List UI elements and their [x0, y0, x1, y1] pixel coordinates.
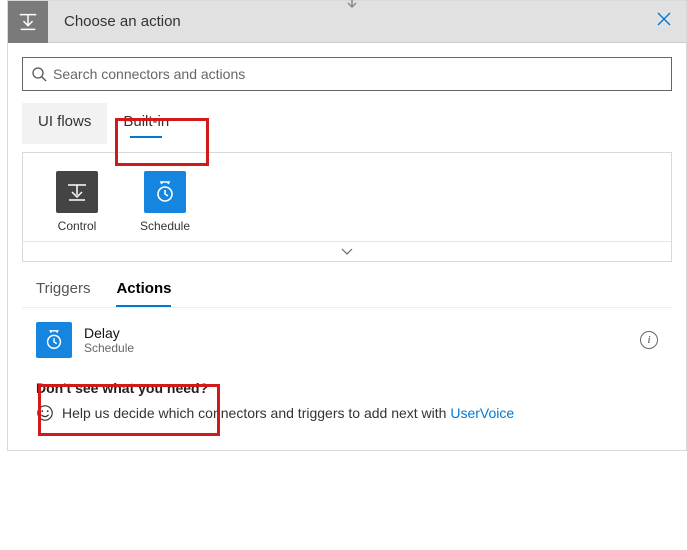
action-picker-panel: Choose an action UI flows Built-in	[7, 0, 687, 451]
panel-title: Choose an action	[48, 13, 642, 30]
uservoice-link[interactable]: UserVoice	[450, 405, 514, 421]
search-input[interactable]	[53, 66, 663, 82]
tab-triggers[interactable]: Triggers	[36, 280, 90, 305]
trigger-action-tabs: Triggers Actions	[22, 280, 672, 305]
tab-built-in[interactable]: Built-in	[107, 103, 185, 144]
footer-help-text: Help us decide which connectors and trig…	[62, 405, 514, 421]
tab-actions[interactable]: Actions	[116, 280, 171, 305]
search-icon	[31, 66, 47, 82]
action-subtitle: Schedule	[84, 341, 134, 355]
clock-icon	[36, 322, 72, 358]
control-icon	[56, 171, 98, 213]
connector-control-label: Control	[58, 219, 97, 233]
connector-schedule-label: Schedule	[140, 219, 190, 233]
connector-control[interactable]: Control	[47, 171, 107, 233]
chevron-down-icon	[341, 248, 353, 256]
search-input-wrapper[interactable]	[22, 57, 672, 91]
connector-arrow-icon	[340, 0, 364, 10]
footer-question: Don't see what you need?	[36, 380, 658, 396]
action-picker-icon	[8, 1, 48, 43]
category-tabs: UI flows Built-in	[22, 103, 672, 144]
info-button[interactable]: i	[640, 331, 658, 349]
smiley-icon	[36, 404, 54, 422]
tab-ui-flows[interactable]: UI flows	[22, 103, 107, 144]
connector-grid: Control Schedule	[22, 152, 672, 262]
schedule-icon	[144, 171, 186, 213]
action-delay[interactable]: Delay Schedule i	[22, 314, 672, 366]
close-button[interactable]	[642, 11, 686, 32]
expand-connectors-button[interactable]	[23, 241, 671, 261]
connector-schedule[interactable]: Schedule	[135, 171, 195, 233]
footer-help: Don't see what you need? Help us decide …	[22, 380, 672, 436]
action-title: Delay	[84, 325, 134, 341]
